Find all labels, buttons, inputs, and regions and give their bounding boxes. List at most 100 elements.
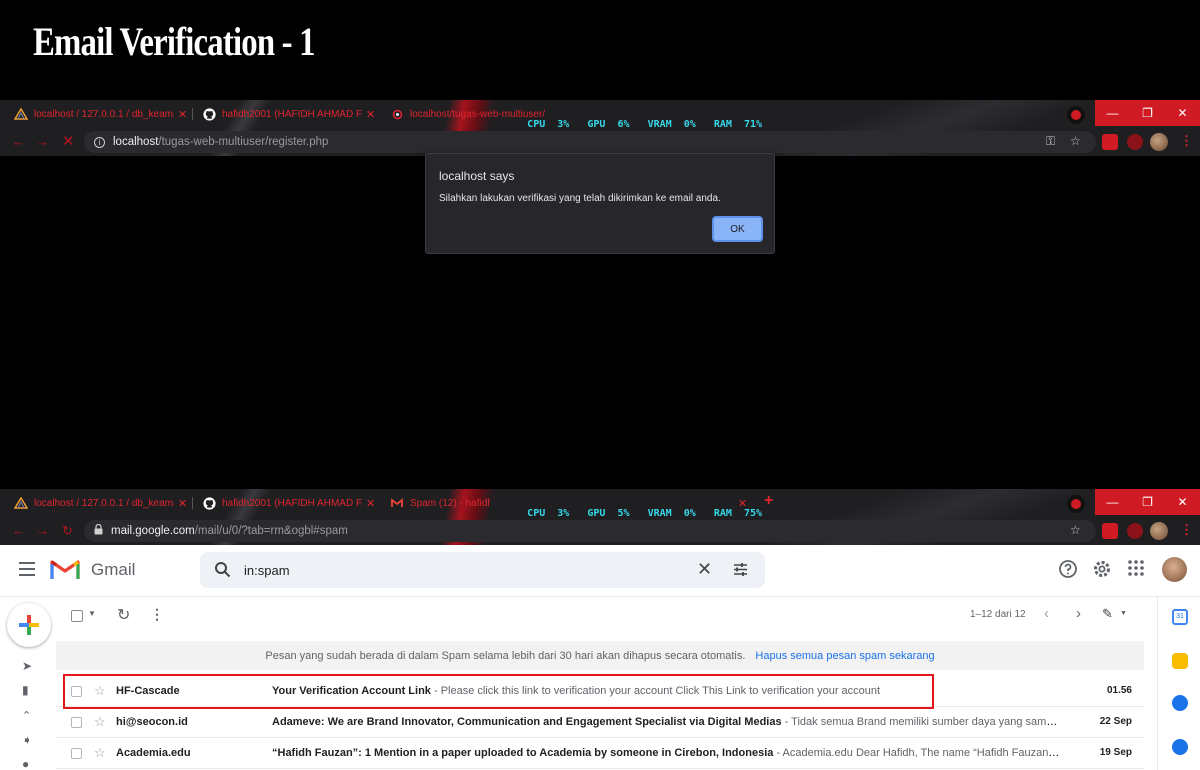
close-window-button[interactable]: ✕	[1165, 489, 1200, 515]
table-row[interactable]: ☆ Academia.edu “Hafidh Fauzan”: 1 Mentio…	[56, 738, 1144, 769]
github-icon	[202, 107, 216, 121]
table-row[interactable]: ☆ hi@seocon.id Adameve: We are Brand Inn…	[56, 707, 1144, 738]
record-icon[interactable]	[1067, 495, 1085, 513]
dialog-message: Silahkan lakukan verifikasi yang telah d…	[439, 193, 721, 204]
more-icon[interactable]: ⋮	[150, 606, 164, 623]
spam-banner: Pesan yang sudah berada di dalam Spam se…	[56, 641, 1144, 670]
avatar[interactable]	[1150, 522, 1168, 540]
apps-icon[interactable]	[1127, 559, 1147, 579]
browser-window-1: localhost / 127.0.0.1 / db_keamanan ✕ ha…	[0, 100, 1200, 156]
gmail-header: Gmail ✕	[0, 545, 1200, 597]
minimize-button[interactable]: —	[1095, 489, 1130, 515]
menu-icon[interactable]: ⋮	[1180, 522, 1193, 538]
puzzle-icon[interactable]	[1127, 523, 1143, 539]
chevron-down-icon[interactable]: ▼	[88, 609, 96, 618]
label-icon[interactable]: ➧	[22, 733, 32, 747]
pencil-icon[interactable]: ✎	[1102, 606, 1113, 622]
puzzle-icon[interactable]	[1127, 134, 1143, 150]
key-icon[interactable]: ⚿	[1046, 134, 1055, 149]
maximize-button[interactable]: ❐	[1130, 100, 1165, 126]
row-checkbox[interactable]	[71, 717, 82, 728]
back-icon[interactable]: ←	[12, 523, 25, 538]
star-icon[interactable]: ☆	[94, 714, 106, 730]
chevron-up-icon[interactable]: ⌃	[22, 709, 31, 722]
tab-github[interactable]: hafidh2001 (HAFIDH AHMAD FAUZAN) ✕	[202, 493, 375, 513]
search-input[interactable]	[244, 560, 664, 580]
calendar-icon[interactable]: 31	[1172, 609, 1188, 625]
back-icon[interactable]: ←	[12, 134, 25, 149]
select-all-checkbox[interactable]	[71, 610, 83, 622]
keep-icon[interactable]	[1172, 653, 1188, 669]
row-checkbox[interactable]	[71, 748, 82, 759]
tune-icon[interactable]	[732, 561, 749, 583]
lock-icon	[94, 523, 103, 538]
highlight-box	[63, 674, 934, 709]
email-subject-line: Adameve: We are Brand Innovator, Communi…	[272, 716, 1060, 728]
chevron-right-icon[interactable]: ›	[1076, 605, 1081, 622]
sent-icon[interactable]: ➤	[22, 659, 32, 673]
window-controls: — ❐ ✕	[1095, 100, 1200, 126]
forward-icon[interactable]: →	[36, 134, 49, 149]
page-title: Email Verification - 1	[33, 19, 316, 64]
more-icon[interactable]: ●	[22, 757, 29, 770]
tab-label: hafidh2001 (HAFIDH AHMAD FAUZAN)	[222, 497, 362, 509]
tasks-icon[interactable]	[1172, 695, 1188, 711]
forward-icon[interactable]: →	[36, 523, 49, 538]
gear-icon[interactable]	[1092, 559, 1112, 579]
banner-text: Pesan yang sudah berada di dalam Spam se…	[265, 649, 746, 662]
close-icon[interactable]: ✕	[178, 497, 187, 510]
refresh-icon[interactable]: ↻	[62, 523, 73, 539]
tab-github[interactable]: hafidh2001 (HAFIDH AHMAD FAUZAN) ✕	[202, 104, 375, 124]
phpmyadmin-icon	[14, 107, 28, 121]
address-bar[interactable]: mail.google.com/mail/u/0/?tab=rm&ogbl#sp…	[84, 520, 1096, 542]
stop-icon[interactable]: ✕	[62, 132, 75, 150]
extension-icon[interactable]	[1102, 134, 1118, 150]
pagination: 1–12 dari 12	[970, 609, 1026, 620]
chevron-down-icon[interactable]: ▼	[1120, 610, 1127, 617]
refresh-icon[interactable]: ↻	[117, 605, 130, 625]
avatar[interactable]	[1162, 557, 1187, 582]
close-window-button[interactable]: ✕	[1165, 100, 1200, 126]
screenshot-root: { "page_title": "Email Verification - 1"…	[0, 0, 1200, 770]
tab-label: localhost / 127.0.0.1 / db_keamanan	[34, 497, 174, 509]
dialog-title: localhost says	[439, 169, 515, 183]
new-tab-button[interactable]: +	[764, 492, 773, 510]
search-icon[interactable]	[214, 561, 231, 583]
list-toolbar: ▼ ↻ ⋮ 1–12 dari 12 ‹ › ✎ ▼	[56, 597, 1144, 635]
close-icon[interactable]: ✕	[366, 497, 375, 510]
close-icon[interactable]: ✕	[178, 108, 187, 121]
chevron-left-icon[interactable]: ‹	[1044, 605, 1049, 622]
tab-label: hafidh2001 (HAFIDH AHMAD FAUZAN)	[222, 108, 362, 120]
toolbar-row: ← → ↻ mail.google.com/mail/u/0/?tab=rm&o…	[0, 517, 1200, 545]
toolbar-row: ← → ✕ i localhost/tugas-web-multiuser/re…	[0, 128, 1200, 156]
star-icon[interactable]: ☆	[1070, 523, 1081, 537]
plus-icon	[19, 615, 39, 635]
tab-label: localhost / 127.0.0.1 / db_keamanan	[34, 108, 174, 120]
email-sender: hi@seocon.id	[116, 716, 188, 728]
tab-phpmyadmin[interactable]: localhost / 127.0.0.1 / db_keamanan ✕	[14, 104, 187, 124]
star-icon[interactable]: ☆	[94, 745, 106, 761]
contacts-icon[interactable]	[1172, 739, 1188, 755]
tab-phpmyadmin[interactable]: localhost / 127.0.0.1 / db_keamanan ✕	[14, 493, 187, 513]
drafts-icon[interactable]: ▮	[22, 683, 29, 697]
side-panel: 31	[1157, 597, 1200, 770]
star-icon[interactable]: ☆	[1070, 134, 1081, 148]
menu-icon[interactable]	[19, 562, 35, 576]
help-icon[interactable]	[1058, 559, 1078, 579]
delete-all-spam-link[interactable]: Hapus semua pesan spam sekarang	[755, 650, 934, 662]
tab-strip: localhost / 127.0.0.1 / db_keamanan ✕ ha…	[0, 489, 1200, 519]
minimize-button[interactable]: —	[1095, 100, 1130, 126]
email-sender: Academia.edu	[116, 747, 191, 759]
record-icon[interactable]	[1067, 106, 1085, 124]
close-icon[interactable]: ✕	[697, 559, 712, 580]
close-icon[interactable]: ✕	[366, 108, 375, 121]
avatar[interactable]	[1150, 133, 1168, 151]
tab-gmail-spam[interactable]: Spam (12) - hafidh	[390, 493, 490, 513]
maximize-button[interactable]: ❐	[1130, 489, 1165, 515]
ok-button[interactable]: OK	[712, 216, 763, 242]
email-date: 19 Sep	[1099, 747, 1132, 758]
compose-button[interactable]	[7, 603, 51, 647]
extension-icon[interactable]	[1102, 523, 1118, 539]
address-bar[interactable]: i localhost/tugas-web-multiuser/register…	[84, 131, 1096, 153]
menu-icon[interactable]: ⋮	[1180, 133, 1193, 149]
